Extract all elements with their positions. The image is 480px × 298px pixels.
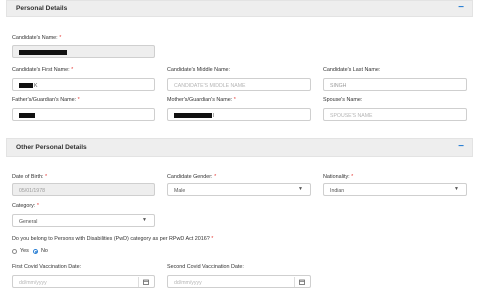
required-marker: * [71,67,74,73]
required-marker: * [44,174,48,180]
first-vaccine-placeholder: dd/mm/yyyy [19,279,47,286]
gender-value: Male [174,187,186,194]
middle-name-placeholder: CANDIDATE'S MIDDLE NAME [174,82,246,89]
other-details-header: Other Personal Details − [6,138,473,157]
spouse-name-field[interactable]: SPOUSE'S NAME [323,108,467,121]
minus-icon[interactable]: − [458,2,464,14]
calendar-icon[interactable] [138,277,152,287]
required-marker: * [77,97,80,103]
gender-label: Candidate Gender: * [167,174,216,180]
mother-name-label: Mother's/Guardian's Name: * [167,97,236,103]
redacted-value [174,112,212,118]
pwd-no-label: No [41,248,48,254]
pwd-question-text: Do you belong to Persons with Disabiliti… [12,236,210,242]
required-marker: * [233,97,236,103]
mother-name-suffix: I [213,112,215,119]
nationality-value: Indian [330,187,345,194]
last-name-field[interactable]: SINGH [323,78,467,91]
category-label: Category: * [12,203,39,209]
chevron-down-icon: ▼ [454,186,459,192]
redacted-value [19,49,67,55]
chevron-down-icon: ▼ [298,186,303,192]
mother-name-label-text: Mother's/Guardian's Name: [167,97,233,103]
required-marker: * [211,236,214,242]
first-name-label-text: Candidate's First Name: [12,67,70,73]
last-name-value: SINGH [330,82,347,89]
nationality-label-text: Nationality: [323,174,350,180]
nationality-select[interactable]: Indian ▼ [323,183,467,196]
first-name-label: Candidate's First Name: * [12,67,73,73]
candidate-name-field [12,45,155,58]
father-name-field[interactable] [12,108,155,121]
dob-label: Date of Birth: * [12,174,47,180]
middle-name-label: Candidate's Middle Name: [167,67,231,73]
required-marker: * [351,174,354,180]
second-vaccine-placeholder: dd/mm/yyyy [174,279,202,286]
first-vaccine-date-field[interactable]: dd/mm/yyyy [12,275,155,288]
second-vaccine-date-field[interactable]: dd/mm/yyyy [167,275,311,288]
candidate-name-label-text: Candidate's Name: [12,35,58,41]
first-name-field[interactable]: K [12,78,155,91]
required-marker: * [36,203,39,209]
dob-label-text: Date of Birth: [12,174,44,180]
dob-value: 05/01/1978 [19,187,45,194]
last-name-label: Candidate's Last Name: [323,67,381,73]
category-label-text: Category: [12,203,36,209]
calendar-icon[interactable] [294,277,308,287]
first-name-suffix: K [34,82,38,89]
father-name-label: Father's/Guardian's Name: * [12,97,80,103]
pwd-no-radio[interactable] [33,249,38,254]
first-vaccine-label: First Covid Vaccination Date: [12,264,82,270]
gender-label-text: Candidate Gender: [167,174,213,180]
category-select[interactable]: General ▼ [12,214,155,227]
second-vaccine-label: Second Covid Vaccination Date: [167,264,244,270]
required-marker: * [214,174,217,180]
dob-field: 05/01/1978 [12,183,155,196]
redacted-value [19,112,35,118]
category-value: General [19,218,38,225]
pwd-question: Do you belong to Persons with Disabiliti… [12,236,213,242]
chevron-down-icon: ▼ [142,217,147,223]
mother-name-field[interactable]: I [167,108,311,121]
pwd-yes-label: Yes [20,248,29,254]
personal-details-header: Personal Details − [6,0,473,17]
candidate-name-label: Candidate's Name: * [12,35,61,41]
gender-select[interactable]: Male ▼ [167,183,311,196]
redacted-value [19,82,33,88]
pwd-yes-radio[interactable] [12,249,17,254]
father-name-label-text: Father's/Guardian's Name: [12,97,77,103]
middle-name-field[interactable]: CANDIDATE'S MIDDLE NAME [167,78,311,91]
nationality-label: Nationality: * [323,174,353,180]
required-marker: * [59,35,62,41]
spouse-name-placeholder: SPOUSE'S NAME [330,112,373,119]
personal-details-title: Personal Details [16,5,68,12]
spouse-name-label: Spouse's Name: [323,97,363,103]
minus-icon[interactable]: − [458,141,464,153]
other-details-title: Other Personal Details [16,144,87,151]
